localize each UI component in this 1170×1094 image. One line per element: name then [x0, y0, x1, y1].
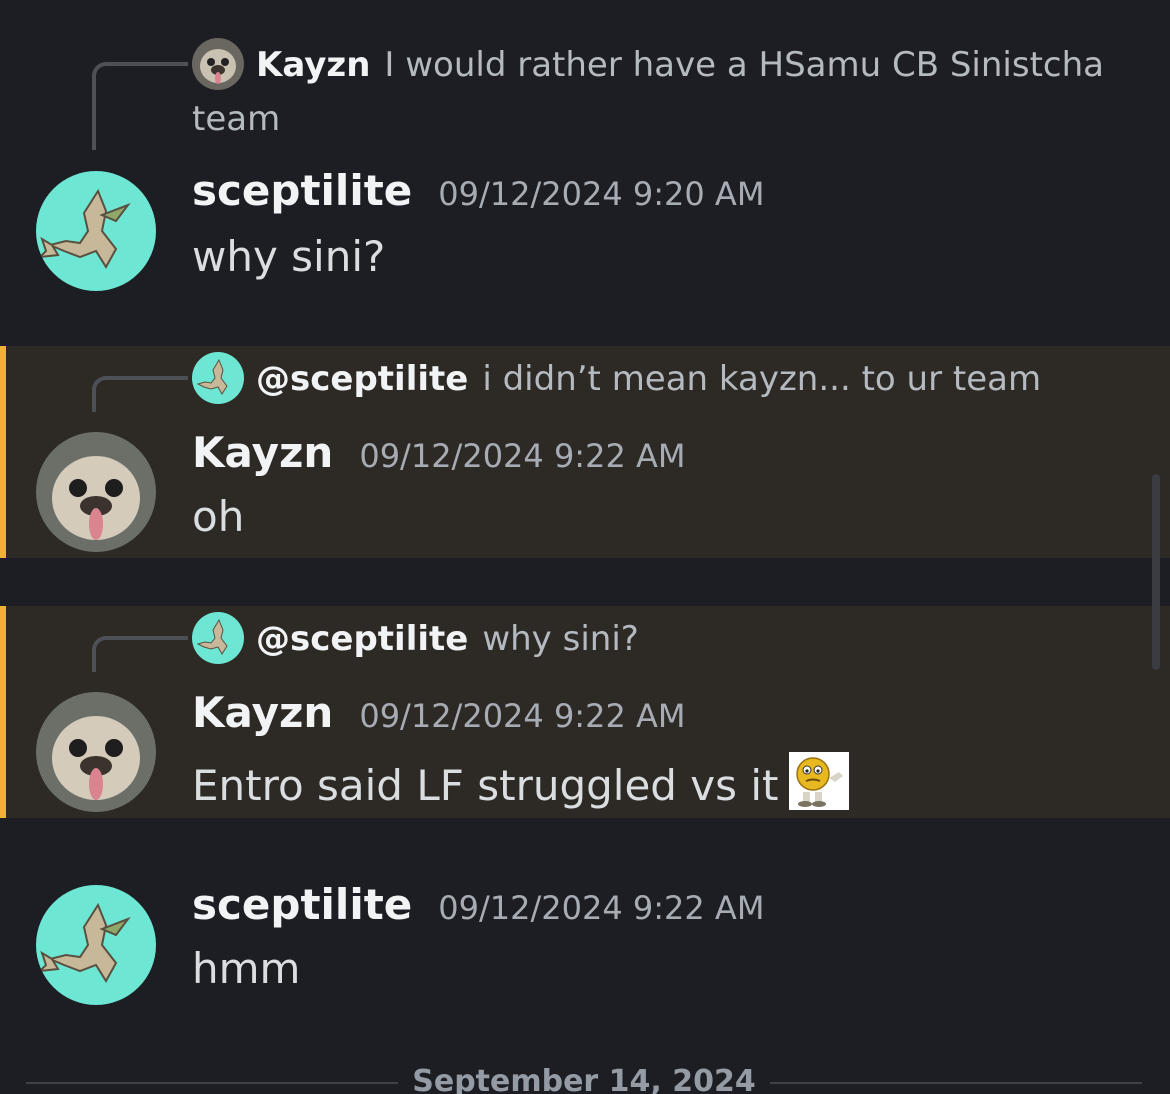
reply-avatar-sceptilite [192, 612, 244, 664]
date-divider-label: September 14, 2024 [412, 1064, 756, 1094]
author-name[interactable]: Kayzn [192, 688, 333, 737]
reply-author[interactable]: @sceptilite [256, 619, 468, 659]
reply-connector [92, 376, 188, 412]
message-header: Kayzn 09/12/2024 9:22 AM [192, 428, 685, 477]
avatar[interactable] [36, 692, 156, 812]
reply-preview[interactable]: Kayzn I would rather have a HSamu CB Sini… [192, 38, 1130, 146]
message-item[interactable]: @sceptilite why sini? Kayzn 09/12/2024 9:2… [0, 606, 1170, 818]
reply-author[interactable]: @sceptilite [256, 359, 468, 399]
chat-area: Kayzn I would rather have a HSamu CB Sini… [0, 0, 1170, 1094]
message-item[interactable]: @sceptilite i didn’t mean kayzn... to ur … [0, 346, 1170, 558]
message-content: why sini? [192, 232, 386, 281]
reply-text: why sini? [482, 619, 639, 659]
timestamp: 09/12/2024 9:20 AM [438, 175, 765, 213]
timestamp: 09/12/2024 9:22 AM [359, 437, 686, 475]
avatar[interactable] [36, 432, 156, 552]
reply-connector [92, 636, 188, 672]
reply-connector [92, 62, 188, 150]
message-item[interactable]: sceptilite 09/12/2024 9:22 AM hmm [0, 860, 1170, 1040]
thinking-emoji-icon[interactable] [788, 752, 849, 810]
timestamp: 09/12/2024 9:22 AM [438, 889, 765, 927]
reply-author[interactable]: Kayzn [256, 45, 370, 85]
message-header: sceptilite 09/12/2024 9:22 AM [192, 880, 764, 929]
author-name[interactable]: sceptilite [192, 166, 412, 215]
message-content: hmm [192, 944, 301, 993]
divider-rule-right [770, 1082, 1142, 1084]
author-name[interactable]: sceptilite [192, 880, 412, 929]
scrollbar-thumb[interactable] [1152, 474, 1160, 670]
message-item[interactable]: Kayzn I would rather have a HSamu CB Sini… [0, 0, 1170, 330]
message-content: oh [192, 492, 245, 541]
reply-text: i didn’t mean kayzn... to ur team [482, 359, 1042, 399]
timestamp: 09/12/2024 9:22 AM [359, 697, 686, 735]
reply-avatar-sceptilite [192, 352, 244, 404]
reply-preview[interactable]: @sceptilite i didn’t mean kayzn... to ur … [192, 352, 1130, 406]
message-header: sceptilite 09/12/2024 9:20 AM [192, 166, 764, 215]
reply-preview[interactable]: @sceptilite why sini? [192, 612, 1130, 666]
message-header: Kayzn 09/12/2024 9:22 AM [192, 688, 685, 737]
message-text: Entro said LF struggled vs it [192, 761, 779, 810]
reply-avatar-kayzn [192, 38, 244, 90]
date-divider: September 14, 2024 [26, 1064, 1142, 1094]
message-content: Entro said LF struggled vs it [192, 752, 849, 810]
author-name[interactable]: Kayzn [192, 428, 333, 477]
avatar[interactable] [36, 171, 156, 291]
avatar[interactable] [36, 885, 156, 1005]
